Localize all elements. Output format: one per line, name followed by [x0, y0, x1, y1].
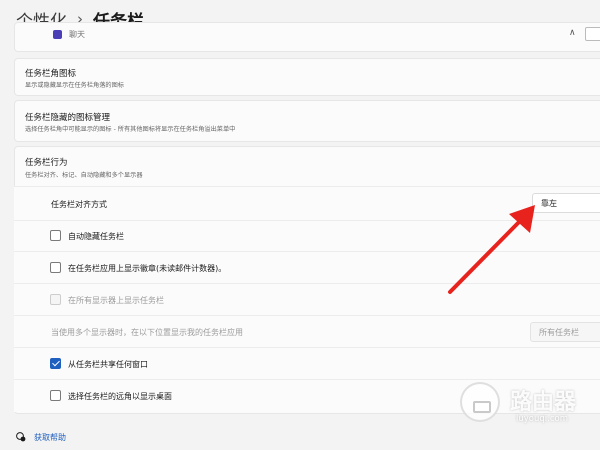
annotation-arrow [448, 205, 535, 294]
watermark-logo [460, 382, 500, 422]
watermark-url: luyouqi.com [516, 414, 568, 424]
watermark-name: 路由器 [510, 390, 577, 415]
